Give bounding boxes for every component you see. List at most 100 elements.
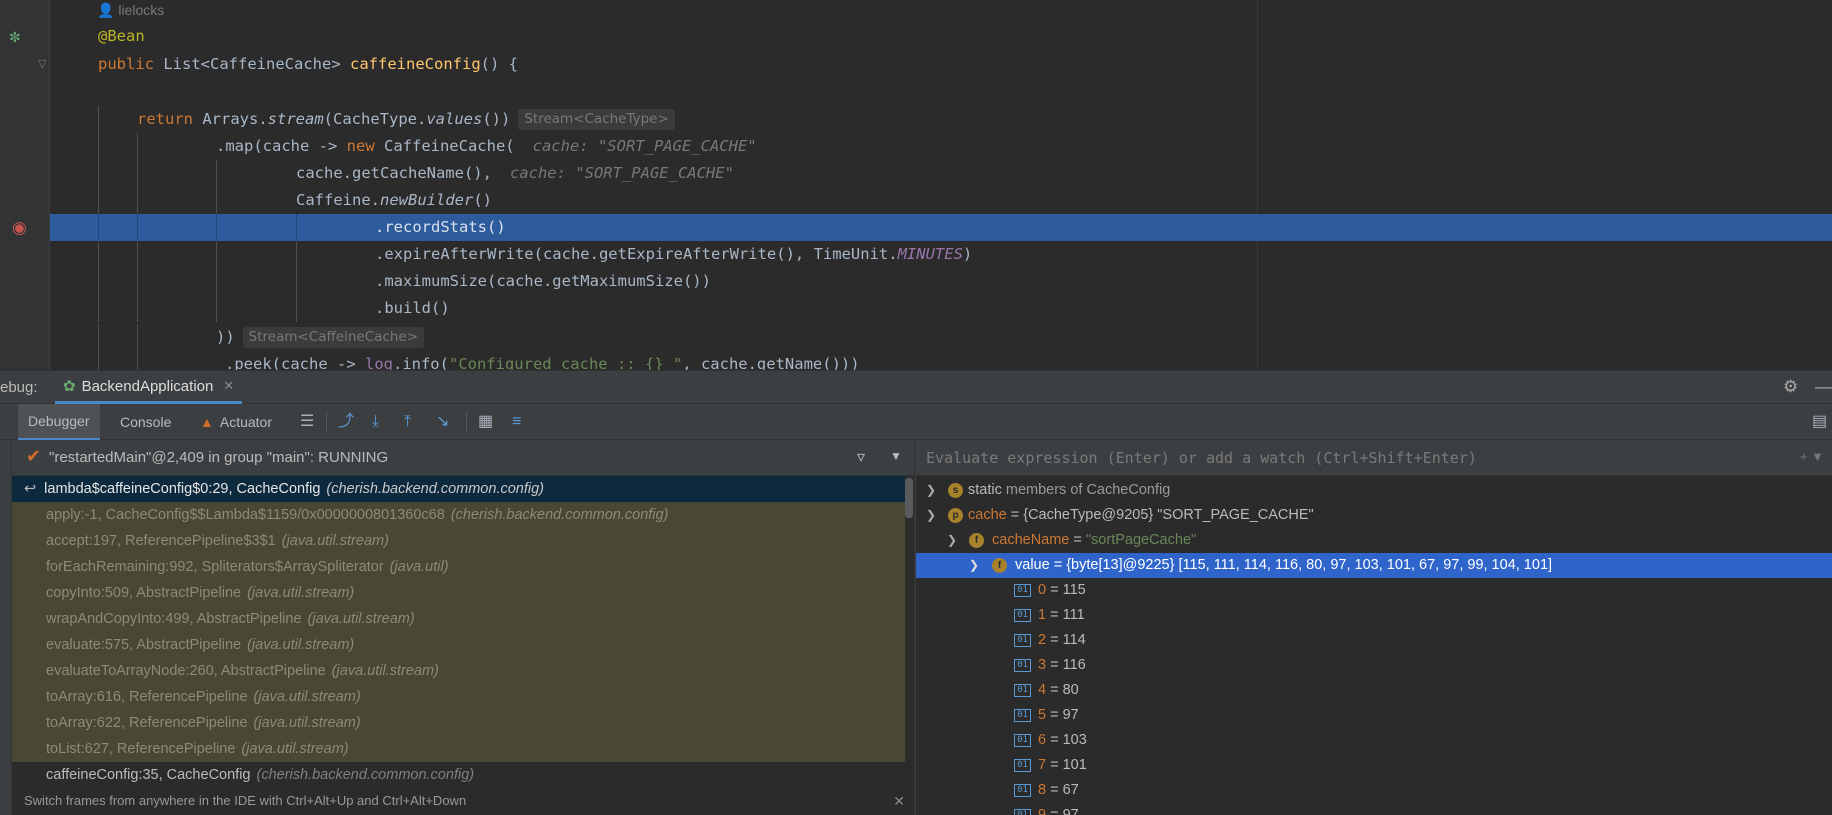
- frame-row[interactable]: caffeineConfig:35, CacheConfig (cherish.b…: [12, 762, 905, 788]
- chevron-down-icon[interactable]: ❯: [926, 503, 936, 528]
- close-icon[interactable]: ✕: [893, 787, 905, 815]
- code-line-current-execution[interactable]: .recordStats(): [50, 214, 1832, 241]
- trace-stream-icon[interactable]: ≡: [512, 413, 521, 431]
- thread-selector[interactable]: ✔ "restartedMain"@2,409 in group "main":…: [12, 440, 914, 476]
- map-call: .map(cache ->: [216, 137, 347, 155]
- code-line-get-cache-name[interactable]: cache.getCacheName(), cache: "SORT_PAGE_C…: [50, 160, 1832, 187]
- evaluate-expression-icon[interactable]: ▦: [478, 413, 493, 431]
- inline-value-cache: cache: "SORT_PAGE_CACHE": [509, 164, 734, 182]
- close-icon[interactable]: ✕: [223, 378, 234, 394]
- indent-guide: [216, 268, 217, 295]
- frame-package: (java.util): [389, 559, 449, 575]
- code-line-map[interactable]: .map(cache -> new CaffeineCache(cache: "…: [50, 133, 1832, 160]
- array-element-row[interactable]: 01 4 = 80: [916, 678, 1832, 703]
- caffeine-class: Caffeine.: [296, 191, 380, 209]
- array-element-row[interactable]: 01 8 = 67: [916, 778, 1832, 803]
- frame-row[interactable]: toList:627, ReferencePipeline (java.util.…: [12, 736, 905, 762]
- run-to-cursor-icon[interactable]: ↘: [436, 413, 449, 431]
- step-over-icon[interactable]: ⤴: [338, 413, 354, 431]
- minimize-icon[interactable]: —: [1815, 377, 1832, 397]
- code-line-annotation[interactable]: @Bean: [50, 23, 1832, 50]
- code-line-maximum-size[interactable]: .maximumSize(cache.getMaximumSize()): [50, 268, 1832, 295]
- frame-row[interactable]: toArray:622, ReferencePipeline (java.util…: [12, 710, 905, 736]
- layout-menu-icon[interactable]: ☰: [300, 413, 314, 431]
- frame-package: (java.util.stream): [247, 585, 355, 601]
- tab-console[interactable]: Console: [110, 404, 181, 440]
- step-into-icon[interactable]: ⤓: [372, 413, 379, 431]
- frames-scrollbar[interactable]: [905, 478, 913, 518]
- primitive-badge-icon: 01: [1014, 759, 1031, 772]
- author-inlay: 👤 lielocks: [97, 2, 165, 18]
- array-element-row[interactable]: 01 5 = 97: [916, 703, 1832, 728]
- spring-bean-icon[interactable]: ✼: [9, 30, 21, 44]
- variable-row-value[interactable]: ❯ f value = {byte[13]@9225} [115, 111, 1…: [916, 553, 1832, 578]
- array-element-row[interactable]: 01 1 = 111: [916, 603, 1832, 628]
- array-element-row[interactable]: 01 2 = 114: [916, 628, 1832, 653]
- code-line-return[interactable]: return Arrays.stream(CacheType.values())…: [50, 106, 1832, 133]
- indent-guide: [137, 268, 138, 295]
- chevron-down-icon[interactable]: ❯: [947, 528, 957, 553]
- debug-side-toolbar: [0, 440, 12, 815]
- tab-debugger[interactable]: Debugger: [18, 404, 100, 440]
- frame-name: toArray:622, ReferencePipeline: [46, 715, 248, 731]
- array-element-row[interactable]: 01 7 = 101: [916, 753, 1832, 778]
- frame-row[interactable]: accept:197, ReferencePipeline$3$1 (java.u…: [12, 528, 905, 554]
- info-call: .info(: [392, 355, 449, 370]
- primitive-badge-icon: 01: [1014, 784, 1031, 797]
- settings-icon[interactable]: ⚙: [1783, 377, 1798, 397]
- frame-row[interactable]: apply:-1, CacheConfig$$Lambda$1159/0x000…: [12, 502, 905, 528]
- variable-row-cachename[interactable]: ❯ f cacheName = "sortPageCache": [916, 528, 1832, 553]
- log-message-string: "Configured cache :: {} ": [448, 355, 683, 370]
- chevron-down-icon[interactable]: ❯: [969, 553, 979, 578]
- frame-row[interactable]: ↩ lambda$caffeineConfig$0:29, CacheConfig…: [12, 476, 905, 502]
- array-element-row[interactable]: 01 6 = 103: [916, 728, 1832, 753]
- indent-guide: [216, 295, 217, 322]
- primitive-badge-icon: 01: [1014, 584, 1031, 597]
- build-call: .build(): [375, 299, 450, 317]
- array-element-row[interactable]: 01 0 = 115: [916, 578, 1832, 603]
- frame-package: (cherish.backend.common.config): [326, 481, 544, 497]
- frame-name: lambda$caffeineConfig$0:29, CacheConfig: [44, 481, 321, 497]
- frame-row[interactable]: forEachRemaining:992, Spliterators$Array…: [12, 554, 905, 580]
- frame-row[interactable]: copyInto:509, AbstractPipeline (java.util…: [12, 580, 905, 606]
- frame-row[interactable]: toArray:616, ReferencePipeline (java.util…: [12, 684, 905, 710]
- editor-gutter[interactable]: ✼ ▽ ◉: [0, 0, 50, 370]
- chevron-right-icon[interactable]: ❯: [926, 478, 936, 503]
- frame-row[interactable]: wrapAndCopyInto:499, AbstractPipeline (ja…: [12, 606, 905, 632]
- fold-icon[interactable]: ▽: [38, 57, 46, 71]
- equals: =: [1069, 532, 1086, 548]
- array-value: = 111: [1046, 607, 1085, 623]
- code-line-build[interactable]: .build(): [50, 295, 1832, 322]
- frame-package: (java.util.stream): [253, 689, 361, 705]
- chevron-down-icon[interactable]: ▼: [890, 449, 902, 463]
- step-out-icon[interactable]: ⤒: [404, 413, 411, 431]
- layout-settings-icon[interactable]: ▤: [1812, 413, 1827, 431]
- code-editor[interactable]: ✼ ▽ ◉ 👤 lielocks @Bean public List<Caffe…: [0, 0, 1832, 370]
- code-line-method-signature[interactable]: public List<CaffeineCache> caffeineConfi…: [50, 51, 1832, 78]
- code-line-caffeine-builder[interactable]: Caffeine.newBuilder(): [50, 187, 1832, 214]
- code-line-peek[interactable]: .peek(cache -> log.info("Configured cach…: [50, 351, 1832, 370]
- array-element-row[interactable]: 01 3 = 116: [916, 653, 1832, 678]
- indent-guide: [98, 133, 99, 160]
- author-name: lielocks: [118, 2, 165, 18]
- indent-guide: [137, 351, 138, 370]
- evaluate-expression-input[interactable]: [926, 446, 1786, 470]
- array-element-row[interactable]: 01 9 = 97: [916, 803, 1832, 815]
- frame-package: (java.util.stream): [247, 637, 355, 653]
- breakpoint-icon[interactable]: ◉: [12, 219, 27, 236]
- frame-row[interactable]: evaluate:575, AbstractPipeline (java.util…: [12, 632, 905, 658]
- maximum-size-call: .maximumSize(cache.getMaximumSize()): [375, 272, 711, 290]
- variable-value: {byte[13]@9225} [115, 111, 114, 116, 80,…: [1066, 557, 1553, 573]
- tab-actuator[interactable]: ▲ Actuator: [190, 404, 282, 440]
- code-line-close-map[interactable]: )) Stream<CaffeineCache>: [50, 324, 1832, 351]
- filter-icon[interactable]: ▿: [857, 447, 865, 467]
- variable-row-cache[interactable]: ❯ p cache = {CacheType@9205} "SORT_PAGE_…: [916, 503, 1832, 528]
- stream-close: ()): [482, 110, 511, 128]
- toolbar-separator: [326, 412, 327, 432]
- indent-guide: [98, 268, 99, 295]
- run-config-tab[interactable]: ✿ BackendApplication ✕: [55, 371, 243, 404]
- add-watch-icon[interactable]: + ▼: [1800, 449, 1824, 464]
- code-line-expire[interactable]: .expireAfterWrite(cache.getExpireAfterWr…: [50, 241, 1832, 268]
- variable-row-static[interactable]: ❯ s static members of CacheConfig: [916, 478, 1832, 503]
- frame-row[interactable]: evaluateToArrayNode:260, AbstractPipelin…: [12, 658, 905, 684]
